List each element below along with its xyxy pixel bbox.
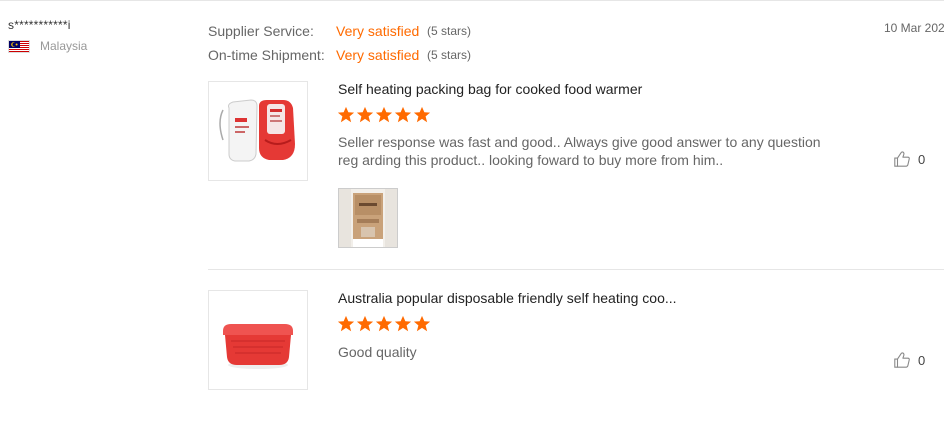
star-icon (413, 315, 431, 332)
rating-value: Very satisfied (336, 23, 420, 39)
malaysia-flag-icon (8, 39, 30, 53)
review-text: Seller response was fast and good.. Alwa… (338, 134, 821, 168)
star-icon (394, 315, 412, 332)
rating-label: Supplier Service: (208, 23, 314, 39)
rating-row-on-time-shipment: On-time Shipment: Very satisfied (5 star… (208, 43, 471, 67)
rating-label: On-time Shipment: (208, 47, 325, 63)
thumbs-up-icon (894, 352, 910, 368)
like-button[interactable]: 0 (893, 351, 925, 369)
top-divider (0, 0, 944, 1)
like-count: 0 (918, 151, 926, 167)
star-icon (375, 106, 393, 123)
reviewer-country: Malaysia (8, 39, 87, 53)
thumbs-up-icon (894, 151, 910, 167)
product-thumbnail[interactable] (208, 290, 308, 390)
rating-stars-count: (5 stars) (427, 24, 472, 38)
star-icon (356, 106, 374, 123)
star-icon (337, 106, 355, 123)
product-title-link[interactable]: Australia popular disposable friendly se… (338, 290, 677, 306)
review-text: Good quality (338, 344, 417, 360)
supplier-ratings: Supplier Service: Very satisfied (5 star… (208, 19, 471, 67)
rating-stars-count: (5 stars) (427, 48, 472, 62)
review-photo[interactable] (338, 188, 398, 248)
star-icon (413, 106, 431, 123)
star-icon (356, 315, 374, 332)
item-divider (208, 269, 944, 270)
rating-value: Very satisfied (336, 47, 420, 63)
reviewer-country-label: Malaysia (40, 39, 88, 53)
star-icon (375, 315, 393, 332)
item-rating-stars (337, 315, 432, 333)
like-button[interactable]: 0 (893, 150, 925, 168)
reviewer-info: s***********i Malaysia (8, 18, 87, 53)
rating-row-supplier-service: Supplier Service: Very satisfied (5 star… (208, 19, 471, 43)
review-date: 10 Mar 202 (884, 21, 944, 35)
product-title-link[interactable]: Self heating packing bag for cooked food… (338, 81, 642, 97)
star-icon (337, 315, 355, 332)
star-icon (394, 106, 412, 123)
like-count: 0 (918, 352, 926, 368)
product-thumbnail[interactable] (208, 81, 308, 181)
item-rating-stars (337, 106, 432, 124)
reviewer-name: s***********i (8, 18, 71, 32)
